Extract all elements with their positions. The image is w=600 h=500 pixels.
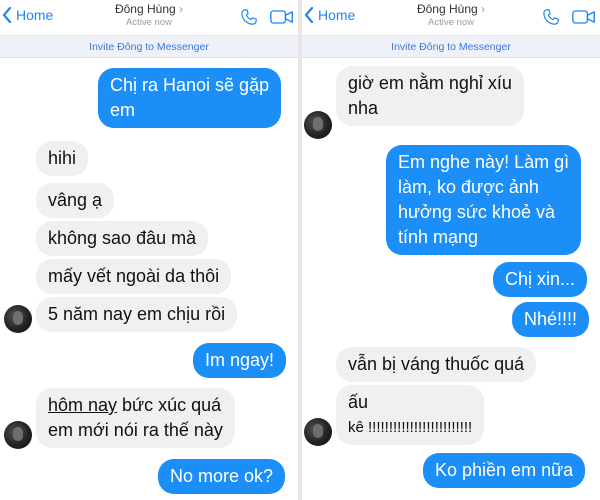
invite-to-messenger-link[interactable]: Invite Đông to Messenger [0, 36, 298, 58]
message-thread[interactable]: giờ em nằm nghỉ xíu nha Em nghe này! Làm… [302, 58, 600, 500]
video-camera-icon[interactable] [572, 9, 596, 25]
message-outgoing: Nhé!!!! [512, 302, 590, 337]
message-outgoing: Chị xin... [493, 262, 588, 297]
contact-name: Đông Hùng [114, 2, 176, 16]
message-incoming: không sao đâu mà [36, 221, 209, 256]
conversation-pane-left: Home Đông Hùng › Active now Invite Đông … [0, 0, 298, 500]
message-outgoing: Chị ra Hanoi sẽ gặp em [98, 68, 282, 128]
message-outgoing: No more ok? [158, 459, 286, 494]
message-incoming: hôm nay bức xúc quá em mới nói ra thế nà… [36, 388, 235, 448]
chevron-right-icon: › [481, 2, 486, 16]
contact-avatar[interactable] [304, 111, 332, 139]
message-incoming: ấu kê !!!!!!!!!!!!!!!!!!!!!!!!! [336, 385, 485, 445]
chat-header: Home Đông Hùng › Active now [302, 0, 600, 36]
contact-avatar[interactable] [304, 418, 332, 446]
invite-to-messenger-link[interactable]: Invite Đông to Messenger [302, 36, 600, 58]
chat-header: Home Đông Hùng › Active now [0, 0, 298, 36]
message-incoming: hihi [36, 141, 89, 176]
message-incoming: vẫn bị váng thuốc quá [336, 347, 537, 382]
phone-icon[interactable] [542, 8, 560, 26]
contact-avatar[interactable] [4, 421, 32, 449]
message-incoming: vâng ạ [36, 183, 115, 218]
video-camera-icon[interactable] [270, 9, 294, 25]
contact-name: Đông Hùng [416, 2, 478, 16]
message-incoming: giờ em nằm nghỉ xíu nha [336, 66, 524, 126]
message-incoming: mấy vết ngoài da thôi [36, 259, 232, 294]
contact-avatar[interactable] [4, 305, 32, 333]
conversation-pane-right: Home Đông Hùng › Active now Invite Đông … [302, 0, 600, 500]
message-outgoing: Ko phiền em nữa [423, 453, 586, 488]
message-thread[interactable]: Chị ra Hanoi sẽ gặp em hihi vâng ạ không… [0, 58, 298, 500]
message-incoming: 5 năm nay em chịu rồi [36, 297, 238, 332]
message-outgoing: Em nghe này! Làm gì làm, ko được ảnh hưở… [386, 145, 582, 255]
message-outgoing: Im ngay! [193, 343, 287, 378]
phone-icon[interactable] [240, 8, 258, 26]
chevron-right-icon: › [179, 2, 184, 16]
